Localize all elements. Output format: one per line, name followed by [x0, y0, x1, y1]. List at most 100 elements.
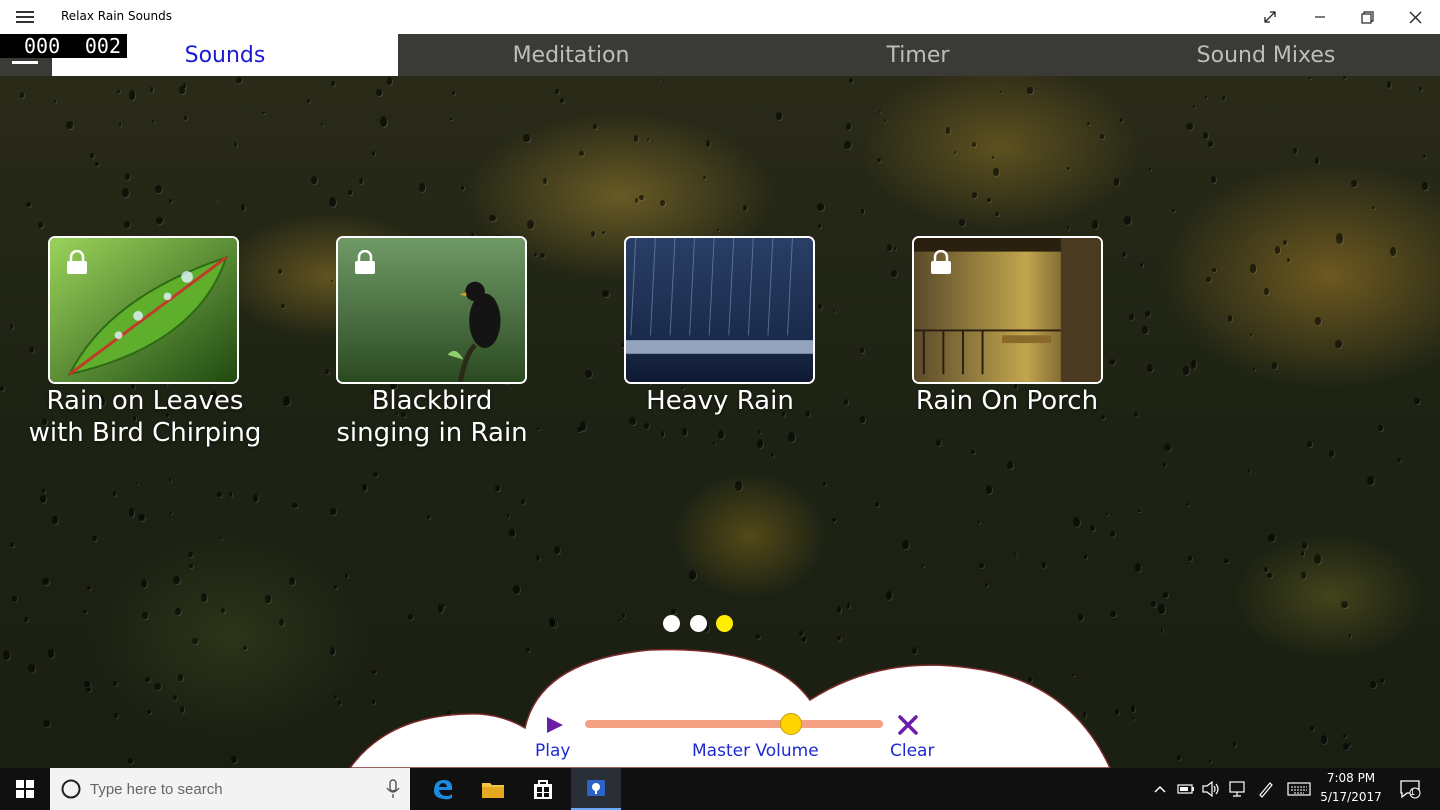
volume-slider-thumb[interactable]	[779, 713, 802, 735]
rain-drop	[860, 208, 865, 214]
rain-drop	[173, 575, 180, 584]
rain-drop	[65, 120, 73, 130]
rain-drop	[1202, 131, 1208, 140]
page-dot-2[interactable]	[690, 615, 707, 632]
rain-drop	[629, 417, 637, 426]
rain-drop	[320, 122, 324, 127]
relax-rain-taskbar-icon[interactable]	[571, 768, 621, 810]
rain-drop	[1205, 96, 1208, 99]
rain-drop	[228, 491, 232, 497]
rain-drop	[1320, 734, 1327, 744]
taskbar-search-input[interactable]: Type here to search	[50, 768, 410, 810]
page-dot-3[interactable]	[716, 615, 733, 632]
title-bar: Relax Rain Sounds	[0, 0, 1440, 34]
rain-drop	[1274, 246, 1281, 255]
tray-chevron-up-icon[interactable]	[1150, 768, 1170, 810]
rain-drop	[219, 536, 223, 540]
rain-drop	[902, 540, 909, 549]
rain-drop	[860, 348, 864, 354]
play-button-label[interactable]: Play	[535, 741, 570, 761]
rain-drop	[362, 483, 367, 491]
rain-drop	[579, 151, 585, 157]
pen-ink-icon[interactable]	[1255, 768, 1277, 810]
rain-drop	[1272, 361, 1277, 369]
rain-drop	[1263, 566, 1269, 573]
battery-icon[interactable]	[1175, 768, 1197, 810]
hamburger-menu-icon[interactable]	[14, 8, 36, 26]
rain-drop	[1108, 358, 1115, 365]
rain-drop	[1379, 677, 1384, 684]
rain-drop	[1176, 755, 1181, 761]
sound-card-blackbird[interactable]	[336, 236, 527, 384]
rain-drop	[713, 442, 716, 446]
rain-drop	[1192, 105, 1196, 108]
rain-drop	[1110, 530, 1116, 537]
sound-title-line2: with Bird Chirping	[28, 418, 262, 448]
restore-icon[interactable]	[1343, 0, 1391, 34]
edge-browser-icon[interactable]	[418, 768, 468, 810]
page-dot-1[interactable]	[663, 615, 680, 632]
rain-drop	[817, 224, 821, 229]
rain-drop	[717, 430, 724, 439]
rain-drop	[1099, 133, 1104, 140]
rain-drop	[1146, 364, 1153, 373]
close-icon[interactable]	[1391, 0, 1439, 34]
tab-meditation[interactable]: Meditation	[398, 34, 744, 76]
rain-drop	[639, 194, 645, 201]
play-icon[interactable]	[545, 715, 565, 735]
rain-drop	[236, 76, 243, 84]
file-explorer-icon[interactable]	[468, 768, 518, 810]
rain-drop	[117, 90, 121, 94]
counter-left: 000	[24, 34, 61, 58]
store-icon[interactable]	[518, 768, 568, 810]
rain-drop	[757, 429, 761, 435]
clock-time[interactable]: 7:08 PM	[1318, 771, 1384, 785]
rain-drop	[1250, 264, 1256, 273]
rain-drop	[1247, 469, 1251, 474]
clock-date[interactable]: 5/17/2017	[1318, 790, 1384, 804]
microphone-icon[interactable]	[386, 779, 400, 799]
rain-drop	[154, 184, 162, 193]
clear-icon[interactable]	[896, 713, 920, 737]
rain-drop	[874, 502, 880, 508]
rain-drop	[1421, 181, 1429, 191]
sound-card-heavy-rain[interactable]	[624, 236, 815, 384]
sound-card-rain-on-porch[interactable]	[912, 236, 1103, 384]
rain-drop	[506, 514, 510, 518]
expand-icon[interactable]	[1246, 0, 1294, 34]
rain-drop	[1124, 216, 1131, 226]
rain-drop	[1066, 166, 1071, 171]
rain-drop	[844, 140, 851, 149]
rain-drop	[1227, 315, 1233, 323]
sound-label-rain-on-leaves: Rain on Leaves with Bird Chirping	[0, 385, 290, 449]
rain-drop	[26, 201, 32, 207]
sound-card-rain-on-leaves[interactable]	[48, 236, 239, 384]
rain-drop	[1282, 240, 1288, 246]
action-center-icon[interactable]: 1	[1392, 768, 1428, 810]
tab-timer[interactable]: Timer	[744, 34, 1092, 76]
rain-drop	[1172, 209, 1175, 213]
windows-start-icon[interactable]	[0, 768, 50, 810]
rain-drop	[495, 484, 500, 491]
rain-drop	[42, 489, 46, 493]
rain-drop	[12, 596, 17, 602]
rain-drop	[757, 438, 764, 448]
rain-drop	[659, 200, 665, 206]
rain-drop	[859, 416, 866, 424]
touch-keyboard-icon[interactable]	[1285, 768, 1313, 810]
tab-sound-mixes[interactable]: Sound Mixes	[1092, 34, 1440, 76]
master-volume-slider[interactable]	[585, 713, 883, 735]
volume-icon[interactable]	[1200, 768, 1222, 810]
rain-drop	[220, 607, 226, 614]
rain-drop	[1091, 219, 1098, 230]
minimize-icon[interactable]	[1296, 0, 1344, 34]
lock-icon	[67, 250, 87, 274]
rain-drop	[885, 590, 893, 601]
rain-drop	[1141, 325, 1149, 335]
rain-drop	[278, 268, 282, 275]
clear-button-label[interactable]: Clear	[890, 741, 934, 761]
rain-drop	[358, 178, 363, 184]
rain-drop	[371, 151, 375, 156]
rain-drop	[184, 116, 188, 120]
network-icon[interactable]	[1226, 768, 1248, 810]
